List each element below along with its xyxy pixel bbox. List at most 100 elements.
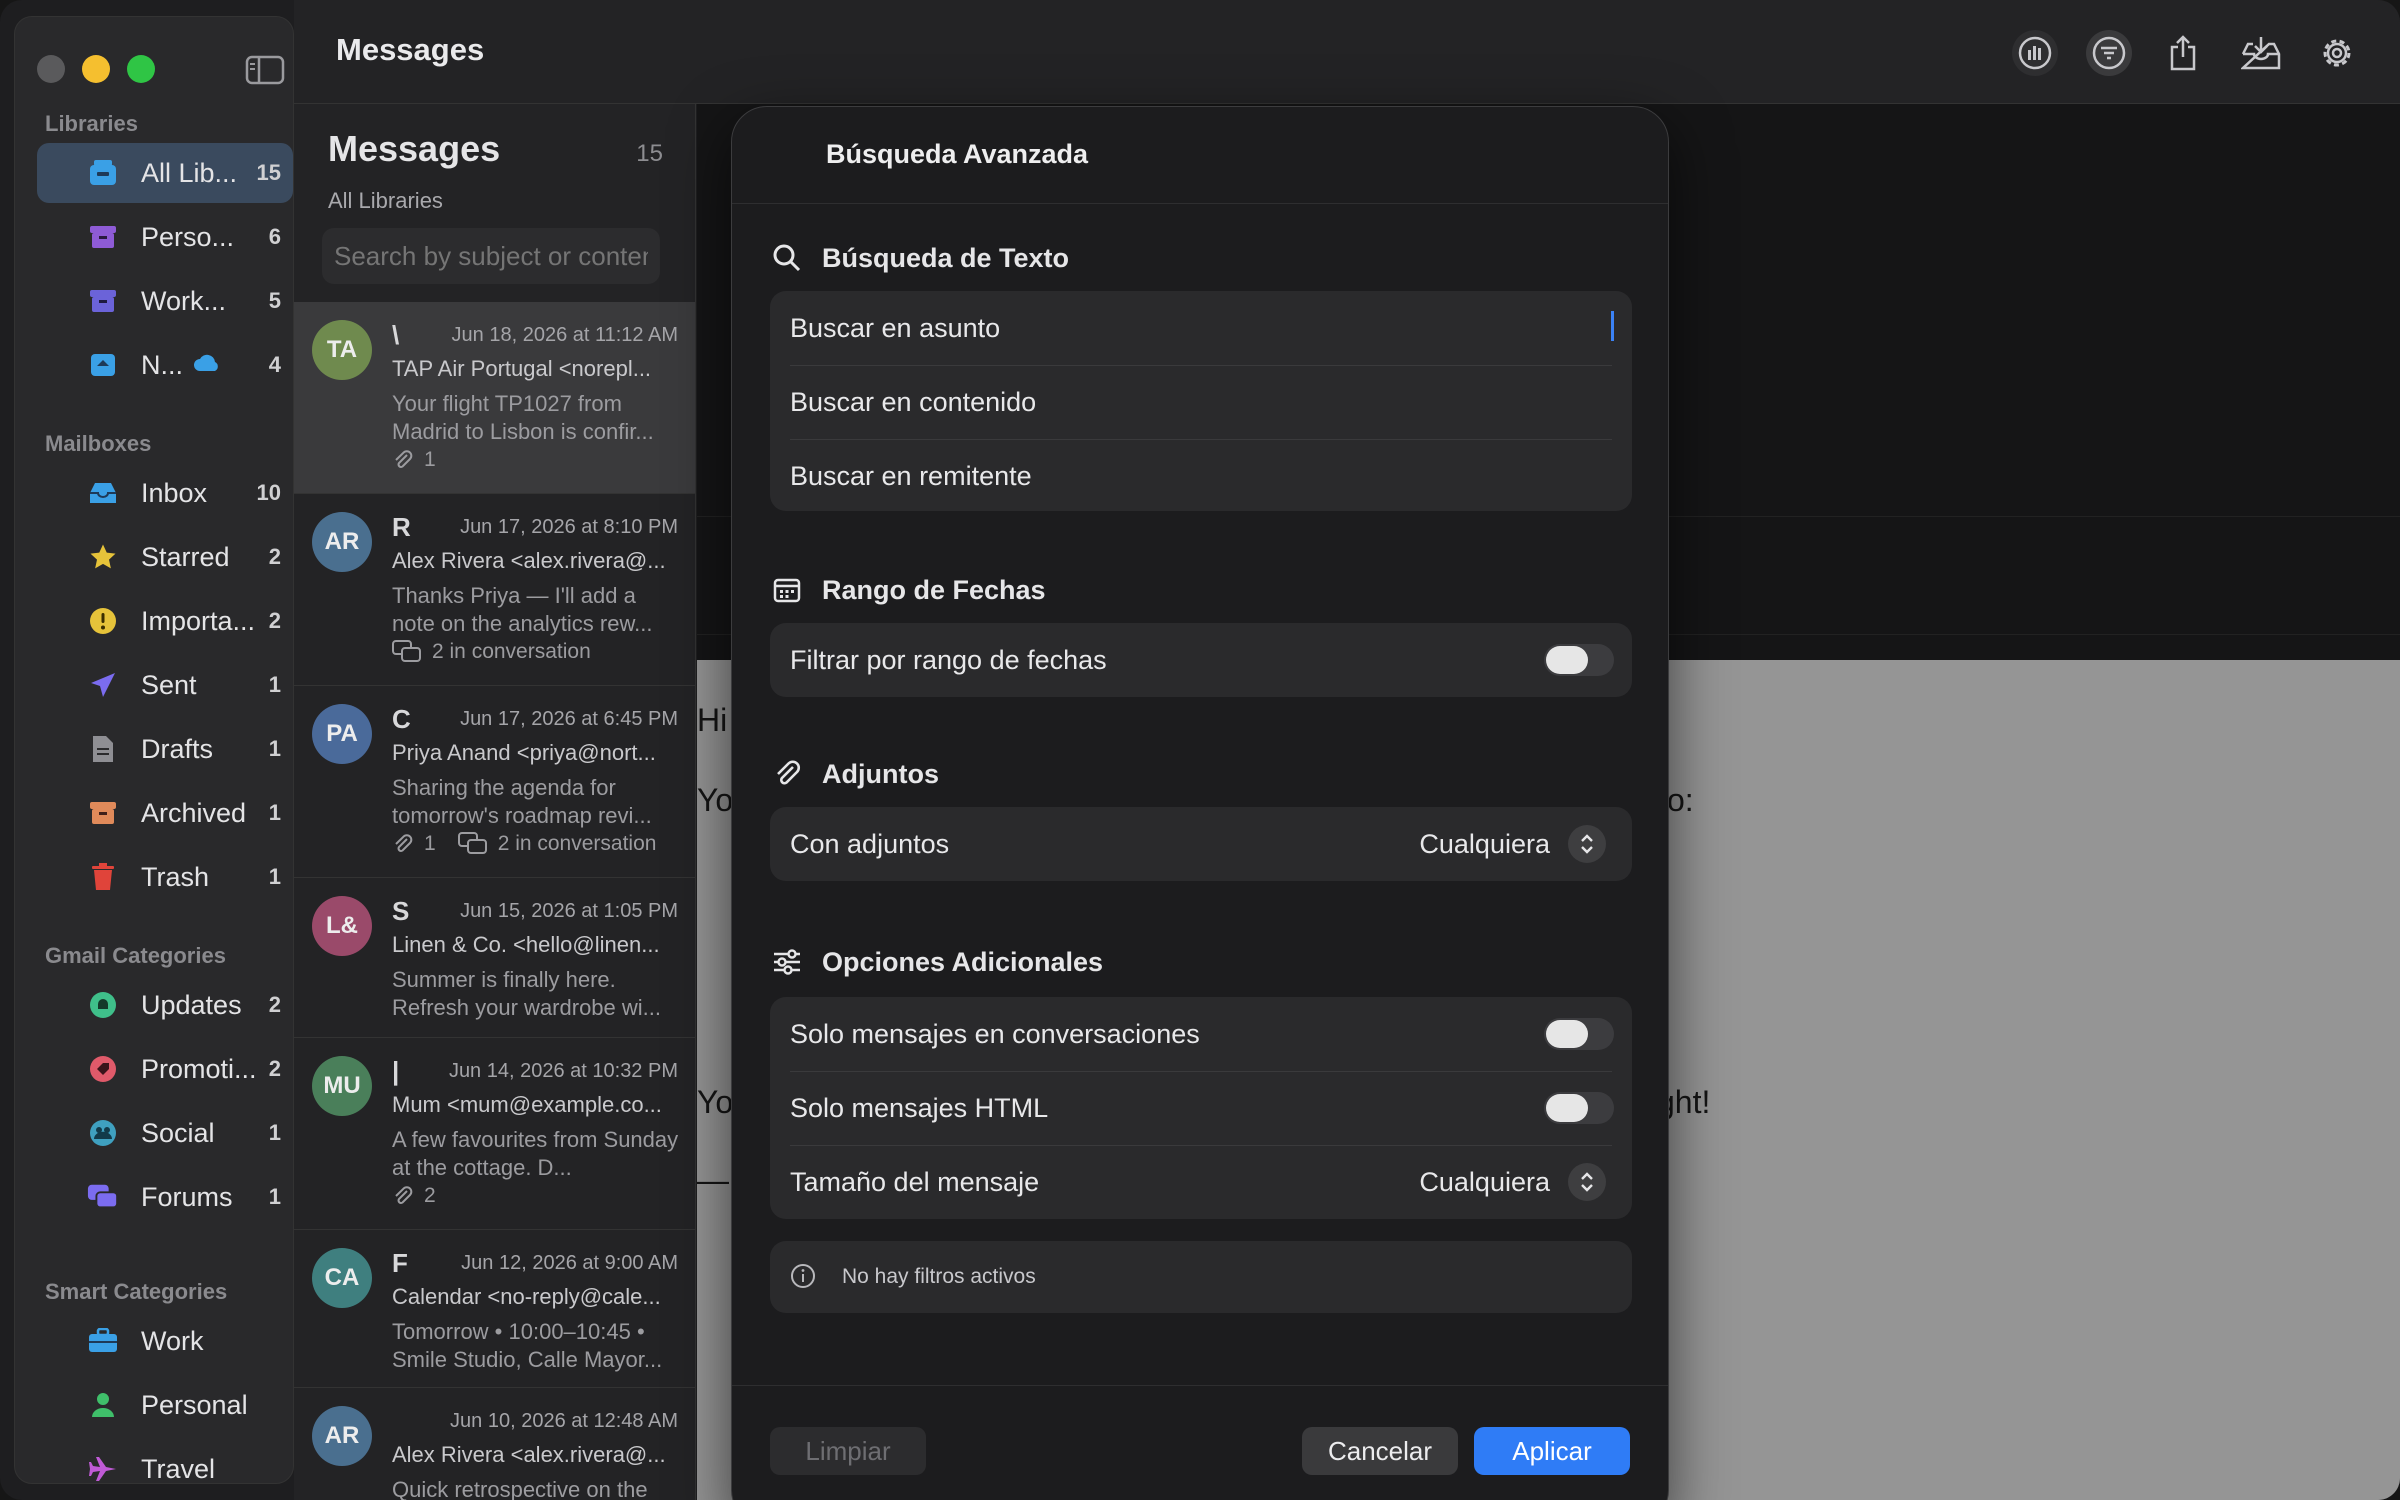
sidebar-item-trash[interactable]: Trash 1 [37, 847, 293, 907]
cancel-button[interactable]: Cancelar [1302, 1427, 1458, 1475]
sidebar-item-work[interactable]: Work [37, 1311, 293, 1371]
message-preview: Sharing the agenda for tomorrow's roadma… [392, 775, 652, 828]
sidebar-item-travel[interactable]: Travel [37, 1439, 293, 1499]
field-placeholder: Buscar en asunto [790, 312, 1001, 343]
message-preview: Quick retrospective on the [392, 1477, 648, 1500]
sender-initial: S [392, 896, 410, 926]
clear-button[interactable]: Limpiar [770, 1427, 926, 1475]
sidebar-item-label: Work [141, 1325, 204, 1356]
tray-stack-icon [87, 157, 119, 189]
tray-download-icon [2241, 37, 2281, 70]
sidebar-item-label: Sent [141, 669, 197, 700]
airplane-icon [87, 1453, 119, 1485]
sidebar-item-label: Starred [141, 541, 230, 572]
conversation-count: 2 in conversation [497, 832, 657, 855]
row-label: Filtrar por rango de fechas [790, 644, 1107, 675]
message-preview: Your flight TP1027 from Madrid to Lisbon… [392, 391, 654, 444]
message-size-select[interactable]: Cualquiera [1419, 1163, 1606, 1201]
sidebar-item-personal-library[interactable]: Perso... 6 [37, 207, 293, 267]
sidebar-item-network-library[interactable]: N... 4 [37, 335, 293, 395]
message-from: Calendar <no-reply@cale... [392, 1284, 661, 1309]
conversations-toggle[interactable] [1544, 1018, 1614, 1050]
message-size-row: Tamaño del mensaje Cualquiera [770, 1145, 1632, 1219]
list-item[interactable]: PA C Jun 17, 2026 at 6:45 PM Priya Anand… [294, 686, 695, 878]
list-item[interactable]: MU | Jun 14, 2026 at 10:32 PM Mum <mum@e… [294, 1038, 695, 1230]
sidebar-item-drafts[interactable]: Drafts 1 [37, 719, 293, 779]
message-from: Priya Anand <priya@nort... [392, 740, 656, 765]
chart-icon [2018, 36, 2052, 70]
filter-icon [2092, 36, 2126, 70]
sender-field[interactable]: Buscar en remitente [770, 439, 1632, 513]
gmail-categories-header: Gmail Categories [45, 943, 226, 968]
calendar-icon [770, 573, 804, 607]
briefcase-icon [87, 1325, 119, 1357]
sidebar-item-label: Work... [141, 285, 227, 316]
date-filter-toggle[interactable] [1544, 644, 1614, 676]
avatar: MU [312, 1056, 372, 1116]
sidebar-item-important[interactable]: Importa... 2 [37, 591, 293, 651]
message-date: Jun 12, 2026 at 9:00 AM [461, 1252, 678, 1274]
sidebar-item-inbox[interactable]: Inbox 10 [37, 463, 293, 523]
subject-field[interactable]: Buscar en asunto [770, 291, 1632, 365]
list-item[interactable]: TA \ Jun 18, 2026 at 11:12 AM TAP Air Po… [294, 302, 695, 494]
text-search-header: Búsqueda de Texto [770, 241, 1069, 275]
sidebar-item-count: 1 [268, 1120, 281, 1145]
sidebar-item-label: Trash [141, 861, 210, 892]
sidebar-item-count: 6 [268, 224, 281, 249]
search-input[interactable] [322, 228, 660, 284]
message-meta: 2 [392, 1184, 436, 1208]
avatar: PA [312, 704, 372, 764]
chevron-up-down-icon [1568, 1163, 1606, 1201]
sidebar-item-personal[interactable]: Personal [37, 1375, 293, 1435]
avatar: L& [312, 896, 372, 956]
minimize-window-button[interactable] [82, 55, 110, 83]
filter-button[interactable] [2086, 30, 2132, 76]
sender-initial: F [392, 1248, 408, 1278]
sidebar-toggle-button[interactable] [245, 55, 285, 85]
content-field[interactable]: Buscar en contenido [770, 365, 1632, 439]
sidebar-item-label: Promoti... [141, 1053, 257, 1084]
close-window-button[interactable] [37, 55, 65, 83]
list-item[interactable]: AR Jun 10, 2026 at 12:48 AM Alex Rivera … [294, 1388, 695, 1500]
message-date: Jun 17, 2026 at 8:10 PM [460, 516, 678, 538]
sidebar-item-starred[interactable]: Starred 2 [37, 527, 293, 587]
sender-initial: C [392, 704, 411, 734]
section-title: Adjuntos [822, 758, 939, 789]
avatar: AR [312, 1406, 372, 1466]
settings-button[interactable] [2314, 30, 2360, 76]
section-title: Rango de Fechas [822, 574, 1046, 605]
sidebar-item-promotions[interactable]: Promoti... 2 [37, 1039, 293, 1099]
paperclip-icon [770, 757, 804, 791]
attachment-count: 1 [424, 832, 436, 855]
sidebar-item-label: Personal [141, 1389, 248, 1420]
message-from: Alex Rivera <alex.rivera@... [392, 1442, 666, 1467]
text-search-card: Buscar en asunto Buscar en contenido Bus… [770, 291, 1632, 511]
share-button[interactable] [2160, 30, 2206, 76]
list-item[interactable]: L& S Jun 15, 2026 at 1:05 PM Linen & Co.… [294, 878, 695, 1038]
paper-plane-icon [87, 669, 119, 701]
list-item[interactable]: AR R Jun 17, 2026 at 8:10 PM Alex Rivera… [294, 494, 695, 686]
sidebar-item-archived[interactable]: Archived 1 [37, 783, 293, 843]
list-title: Messages [328, 128, 501, 169]
message-date: Jun 10, 2026 at 12:48 AM [450, 1410, 678, 1432]
list-item[interactable]: CA F Jun 12, 2026 at 9:00 AM Calendar <n… [294, 1230, 695, 1388]
sidebar-item-label: N... [141, 349, 184, 380]
additional-options-header: Opciones Adicionales [770, 945, 1103, 979]
sidebar-item-updates[interactable]: Updates 2 [37, 975, 293, 1035]
sidebar-item-all-libraries[interactable]: All Lib... 15 [37, 143, 293, 203]
sidebar-item-sent[interactable]: Sent 1 [37, 655, 293, 715]
stats-button[interactable] [2012, 30, 2058, 76]
attachments-select[interactable]: Cualquiera [1419, 825, 1606, 863]
sidebar-item-social[interactable]: Social 1 [37, 1103, 293, 1163]
sidebar-item-forums[interactable]: Forums 1 [37, 1167, 293, 1227]
avatar: TA [312, 320, 372, 380]
html-toggle[interactable] [1544, 1092, 1614, 1124]
sidebar-item-work-library[interactable]: Work... 5 [37, 271, 293, 331]
zoom-window-button[interactable] [127, 55, 155, 83]
import-button[interactable] [2238, 30, 2284, 76]
star-icon [87, 541, 119, 573]
sidebar-item-label: Forums [141, 1181, 233, 1212]
message-meta: 1 [392, 448, 436, 472]
libraries-header: Libraries [45, 111, 138, 136]
apply-button[interactable]: Aplicar [1474, 1427, 1630, 1475]
